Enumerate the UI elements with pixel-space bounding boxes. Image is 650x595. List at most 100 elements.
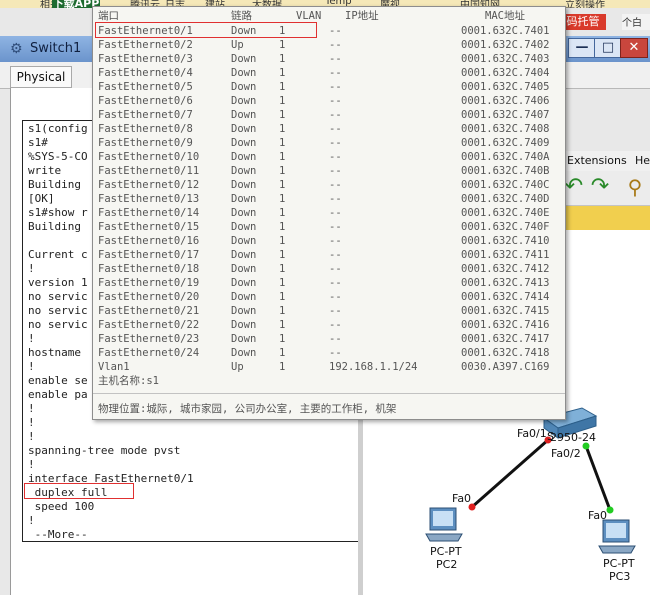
port-cell-vlan: 1 <box>279 263 286 275</box>
port-cell-vlan: 1 <box>279 347 286 359</box>
port-cell-mac: 0001.632C.740B <box>461 165 550 177</box>
port-cell-port: FastEthernet0/18 <box>98 263 200 275</box>
port-cell-mac: 0001.632C.740C <box>461 179 550 191</box>
port-cell-ip: -- <box>329 235 342 247</box>
port-cell-link: Down <box>231 67 257 79</box>
port-cell-ip: -- <box>329 67 342 79</box>
port-cell-port: FastEthernet0/6 <box>98 95 193 107</box>
port-cell-mac: 0001.632C.740F <box>461 221 550 233</box>
port-cell-link: Down <box>231 319 257 331</box>
port-cell-vlan: 1 <box>279 81 286 93</box>
port-cell-ip: -- <box>329 263 342 275</box>
port-cell-link: Down <box>231 291 257 303</box>
port-cell-port: FastEthernet0/24 <box>98 347 200 359</box>
port-cell-link: Down <box>231 333 257 345</box>
port-cell-ip: -- <box>329 25 342 37</box>
port-cell-link: Down <box>231 249 257 261</box>
port-cell-mac: 0001.632C.740D <box>461 193 550 205</box>
switch-model-label: 2950-24 <box>550 431 596 444</box>
port-cell-ip: -- <box>329 249 342 261</box>
port-cell-mac: 0001.632C.7408 <box>461 123 550 135</box>
port-cell-ip: -- <box>329 179 342 191</box>
port-cell-link: Down <box>231 277 257 289</box>
port-status-tooltip: 端口 链路 VLAN IP地址 MAC地址 FastEthernet0/1 Dow… <box>92 6 566 420</box>
port-cell-vlan: 1 <box>279 277 286 289</box>
port-cell-mac: 0001.632C.7412 <box>461 263 550 275</box>
pc2-name-label: PC2 <box>436 558 458 571</box>
port-cell-link: Down <box>231 151 257 163</box>
port-cell-mac: 0001.632C.7403 <box>461 53 550 65</box>
port-cell-link: Down <box>231 347 257 359</box>
port-cell-vlan: 1 <box>279 221 286 233</box>
port-cell-port: FastEthernet0/10 <box>98 151 200 163</box>
port-cell-port: FastEthernet0/21 <box>98 305 200 317</box>
port-cell-link: Down <box>231 137 257 149</box>
port-cell-ip: -- <box>329 95 342 107</box>
cable-pc2[interactable] <box>471 438 549 509</box>
port-cell-link: Down <box>231 109 257 121</box>
hostname-line: 主机名称:s1 <box>98 375 159 387</box>
port-cell-mac: 0001.632C.7414 <box>461 291 550 303</box>
port-cell-ip: -- <box>329 221 342 233</box>
port-cell-ip: 192.168.1.1/24 <box>329 361 418 373</box>
port-cell-mac: 0001.632C.7417 <box>461 333 550 345</box>
port-cell-mac: 0030.A397.C169 <box>461 361 550 373</box>
port-cell-port: FastEthernet0/15 <box>98 221 200 233</box>
port-cell-mac: 0001.632C.7415 <box>461 305 550 317</box>
port-cell-vlan: 1 <box>279 193 286 205</box>
header-link: 链路 <box>231 10 252 22</box>
location-line: 物理位置:城际, 城市家园, 公司办公室, 主要的工作柜, 机架 <box>98 403 397 415</box>
port-cell-port: FastEthernet0/12 <box>98 179 200 191</box>
port-cell-mac: 0001.632C.740E <box>461 207 550 219</box>
port-cell-vlan: 1 <box>279 179 286 191</box>
pc2-icon[interactable] <box>425 507 463 542</box>
port-cell-vlan: 1 <box>279 207 286 219</box>
port-cell-link: Down <box>231 81 257 93</box>
port-cell-mac: 0001.632C.7418 <box>461 347 550 359</box>
port-cell-port: FastEthernet0/19 <box>98 277 200 289</box>
port-cell-port: FastEthernet0/23 <box>98 333 200 345</box>
port-cell-vlan: 1 <box>279 249 286 261</box>
port-cell-link: Down <box>231 193 257 205</box>
port-cell-link: Down <box>231 221 257 233</box>
port-cell-ip: -- <box>329 333 342 345</box>
pc2-type-label: PC-PT <box>430 545 462 558</box>
port-cell-mac: 0001.632C.7410 <box>461 235 550 247</box>
port-cell-vlan: 1 <box>279 151 286 163</box>
port-cell-vlan: 1 <box>279 361 286 373</box>
pc3-icon[interactable] <box>598 519 636 554</box>
port-cell-mac: 0001.632C.7416 <box>461 319 550 331</box>
port-cell-link: Down <box>231 179 257 191</box>
cable-pc3[interactable] <box>584 445 612 511</box>
port-cell-ip: -- <box>329 291 342 303</box>
port-cell-ip: -- <box>329 123 342 135</box>
port-cell-ip: -- <box>329 165 342 177</box>
port-cell-link: Up <box>231 361 244 373</box>
switch-port-fa01-label: Fa0/1 <box>517 427 547 440</box>
port-cell-ip: -- <box>329 81 342 93</box>
port-cell-vlan: 1 <box>279 39 286 51</box>
header-port: 端口 <box>98 10 119 22</box>
header-mac: MAC地址 <box>485 10 525 22</box>
port-cell-vlan: 1 <box>279 95 286 107</box>
port-cell-ip: -- <box>329 319 342 331</box>
fa01-highlight-box <box>95 22 317 38</box>
port-cell-ip: -- <box>329 151 342 163</box>
port-cell-link: Down <box>231 235 257 247</box>
port-cell-port: FastEthernet0/2 <box>98 39 193 51</box>
port-cell-ip: -- <box>329 193 342 205</box>
port-cell-link: Down <box>231 263 257 275</box>
port-cell-port: FastEthernet0/14 <box>98 207 200 219</box>
port-cell-link: Down <box>231 123 257 135</box>
port-cell-port: FastEthernet0/8 <box>98 123 193 135</box>
port-cell-mac: 0001.632C.7402 <box>461 39 550 51</box>
port-cell-link: Down <box>231 165 257 177</box>
port-cell-vlan: 1 <box>279 305 286 317</box>
port-cell-port: FastEthernet0/11 <box>98 165 200 177</box>
port-cell-ip: -- <box>329 53 342 65</box>
port-cell-ip: -- <box>329 207 342 219</box>
port-cell-link: Down <box>231 95 257 107</box>
port-cell-ip: -- <box>329 305 342 317</box>
port-cell-mac: 0001.632C.7413 <box>461 277 550 289</box>
port-cell-mac: 0001.632C.7406 <box>461 95 550 107</box>
